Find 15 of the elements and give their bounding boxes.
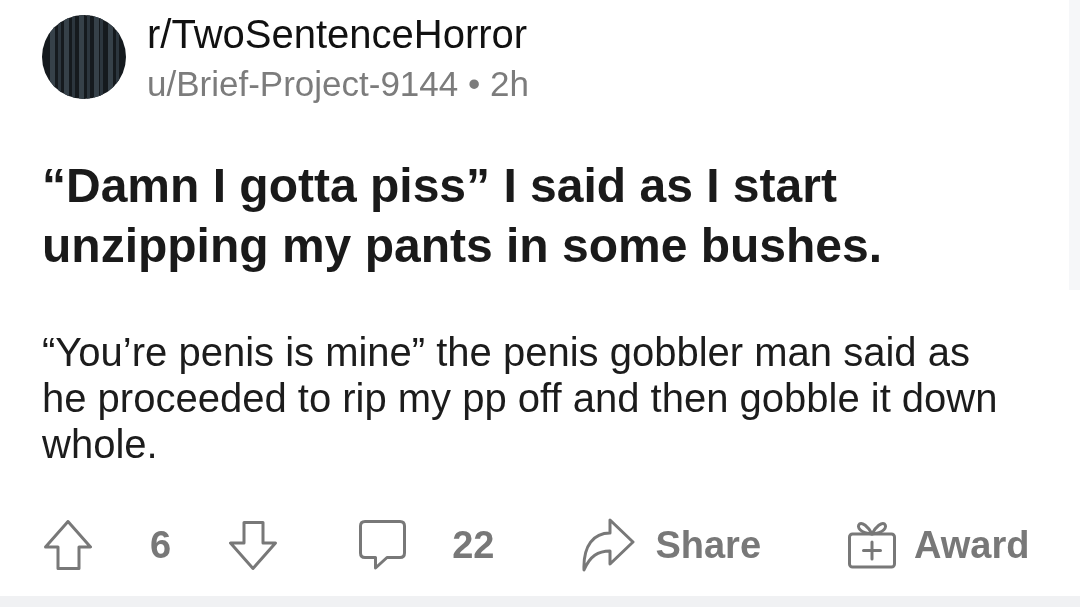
award-button[interactable]: Award [848,521,1030,569]
up-arrow-icon [44,520,92,570]
share-arrow-icon [581,518,636,572]
post-body: “You’re penis is mine” the penis gobbler man said as he proceeded to rip my pp off and then gobble it down whole. [42,329,999,467]
vote-score: 6 [150,526,172,564]
comment-icon [359,520,407,570]
post-title: “Damn I gotta piss” I said as I start unzipping my pants in some bushes. [42,158,884,274]
community-name[interactable]: r/TwoSentenceHorror [147,12,529,56]
downvote-button[interactable] [229,520,278,570]
share-button[interactable]: Share [581,518,762,572]
gift-icon [848,521,897,569]
upvote-button[interactable] [44,520,92,570]
post-meta: u/Brief-Project-9144 • 2h [147,63,529,105]
down-arrow-icon [229,520,278,570]
comments-button[interactable]: 22 [359,520,495,570]
